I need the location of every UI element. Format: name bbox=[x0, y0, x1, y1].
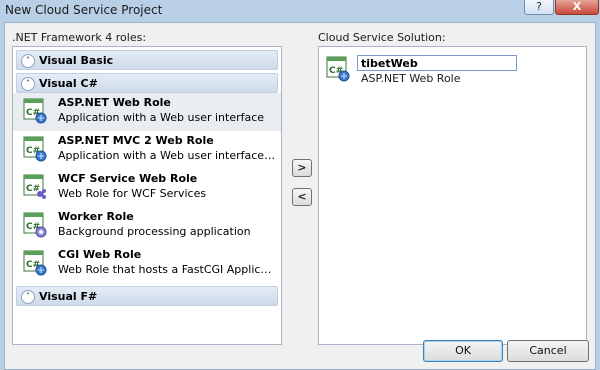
chevron-down-icon: ˅ bbox=[21, 54, 35, 68]
chevron-down-icon: ˅ bbox=[21, 290, 35, 304]
solution-label: Cloud Service Solution: bbox=[318, 31, 446, 44]
roles-label: .NET Framework 4 roles: bbox=[12, 31, 147, 44]
role-aspnet-web[interactable]: C# ASP.NET Web Role Application with a W… bbox=[13, 93, 281, 131]
role-description: Application with a Web user interface us… bbox=[58, 149, 278, 162]
role-wcf-service-web[interactable]: C# WCF Service Web Role Web Role for WCF… bbox=[13, 169, 281, 207]
solution-item[interactable]: C# ASP.NET Web Role bbox=[323, 53, 583, 85]
roles-list[interactable]: ˅ Visual Basic ˄ Visual C# C# ASP.NET We… bbox=[12, 46, 282, 345]
cs-wcf-icon: C# bbox=[23, 174, 46, 199]
role-description: Web Role that hosts a FastCGI Applicatio… bbox=[58, 263, 278, 276]
group-label: Visual C# bbox=[39, 77, 98, 90]
role-name: Worker Role bbox=[58, 210, 134, 223]
role-aspnet-mvc2-web[interactable]: C# ASP.NET MVC 2 Web Role Application wi… bbox=[13, 131, 281, 169]
group-visual-basic[interactable]: ˅ Visual Basic bbox=[16, 50, 278, 70]
cs-worker-icon: C# bbox=[23, 212, 47, 238]
help-button[interactable]: ? bbox=[524, 0, 554, 15]
add-role-button[interactable]: > bbox=[292, 159, 312, 177]
role-description: Background processing application bbox=[58, 225, 251, 238]
role-description: Web Role for WCF Services bbox=[58, 187, 207, 200]
chevron-up-icon: ˄ bbox=[21, 77, 35, 91]
role-name: ASP.NET MVC 2 Web Role bbox=[58, 134, 214, 147]
dialog-body: .NET Framework 4 roles: Cloud Service So… bbox=[4, 22, 596, 370]
role-type: ASP.NET Web Role bbox=[361, 72, 461, 85]
cancel-button[interactable]: Cancel bbox=[507, 340, 589, 362]
role-name: WCF Service Web Role bbox=[58, 172, 198, 185]
cs-web-icon: C# bbox=[23, 136, 47, 162]
role-cgi-web[interactable]: C# CGI Web Role Web Role that hosts a Fa… bbox=[13, 245, 281, 283]
group-visual-csharp[interactable]: ˄ Visual C# bbox=[16, 73, 278, 93]
group-visual-fsharp[interactable]: ˅ Visual F# bbox=[16, 286, 278, 306]
role-name: ASP.NET Web Role bbox=[58, 96, 171, 109]
close-button[interactable]: X bbox=[555, 0, 599, 15]
group-label: Visual F# bbox=[39, 290, 98, 303]
solution-list[interactable]: C# ASP.NET Web Role bbox=[318, 46, 587, 345]
cs-web-icon: C# bbox=[23, 250, 47, 276]
role-name: CGI Web Role bbox=[58, 248, 142, 261]
group-label: Visual Basic bbox=[39, 54, 114, 67]
cs-web-icon: C# bbox=[326, 56, 350, 82]
ok-button[interactable]: OK bbox=[423, 340, 503, 362]
role-description: Application with a Web user interface bbox=[58, 111, 265, 124]
cs-web-icon: C# bbox=[23, 98, 47, 124]
remove-role-button[interactable]: < bbox=[292, 188, 312, 206]
role-name-input[interactable] bbox=[357, 55, 517, 71]
role-worker[interactable]: C# Worker Role Background processing app… bbox=[13, 207, 281, 245]
title-bar: New Cloud Service Project ? X bbox=[0, 0, 600, 22]
window-title: New Cloud Service Project bbox=[5, 3, 163, 17]
